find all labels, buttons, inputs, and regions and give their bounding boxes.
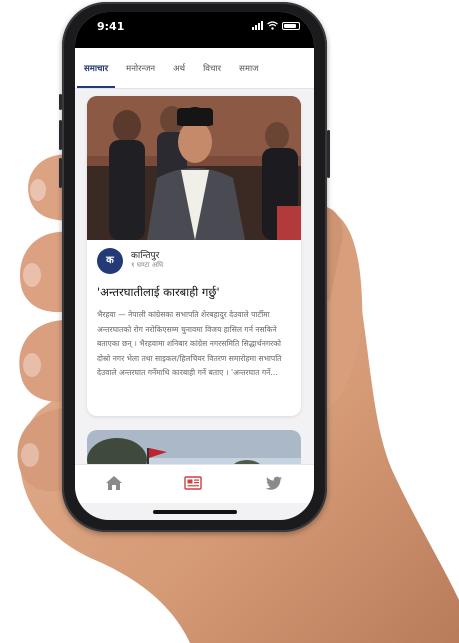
notch (131, 12, 259, 30)
status-bar: 9:41 (75, 12, 314, 48)
phone-power-button (327, 130, 330, 178)
article-time: १ घण्टा अघि (131, 261, 164, 269)
news-card[interactable]: क कान्तिपुर १ घण्टा अघि 'अन्तरघातीलाई का… (87, 96, 301, 416)
tab-economy[interactable]: अर्थ (164, 48, 194, 88)
tab-entertainment[interactable]: मनोरन्जन (117, 48, 164, 88)
wifi-icon (267, 21, 278, 30)
news-photo[interactable] (87, 96, 301, 240)
source-logo: क (97, 248, 123, 274)
home-indicator[interactable] (153, 510, 237, 514)
tab-society[interactable]: समाज (230, 48, 267, 88)
home-icon[interactable] (105, 475, 123, 491)
tab-opinion[interactable]: विचार (194, 48, 230, 88)
twitter-icon[interactable] (265, 475, 283, 491)
battery-icon (282, 21, 300, 30)
newspaper-icon[interactable] (184, 475, 202, 491)
bottom-navigation (75, 464, 314, 503)
status-time: 9:41 (97, 20, 125, 33)
news-feed[interactable]: क कान्तिपुर १ घण्टा अघि 'अन्तरघातीलाई का… (75, 88, 314, 472)
phone-volume-down (59, 158, 62, 188)
tab-news[interactable]: समाचार (75, 48, 117, 88)
article-summary: भैरहवा — नेपाली कांग्रेसका सभापति शेरबहा… (97, 310, 282, 378)
phone-volume-up (59, 120, 62, 150)
article-headline[interactable]: 'अन्तरघातीलाई कारबाही गर्छु' (97, 285, 293, 300)
phone-screen: 9:41 समाचार मनोरन्जन अर्थ विचार समाज क क… (75, 12, 314, 520)
signal-icon (252, 21, 263, 30)
phone-side-button (59, 94, 62, 110)
source-name[interactable]: कान्तिपुर (131, 248, 159, 261)
category-tabs: समाचार मनोरन्जन अर्थ विचार समाज (75, 48, 314, 89)
status-icons (252, 21, 300, 30)
